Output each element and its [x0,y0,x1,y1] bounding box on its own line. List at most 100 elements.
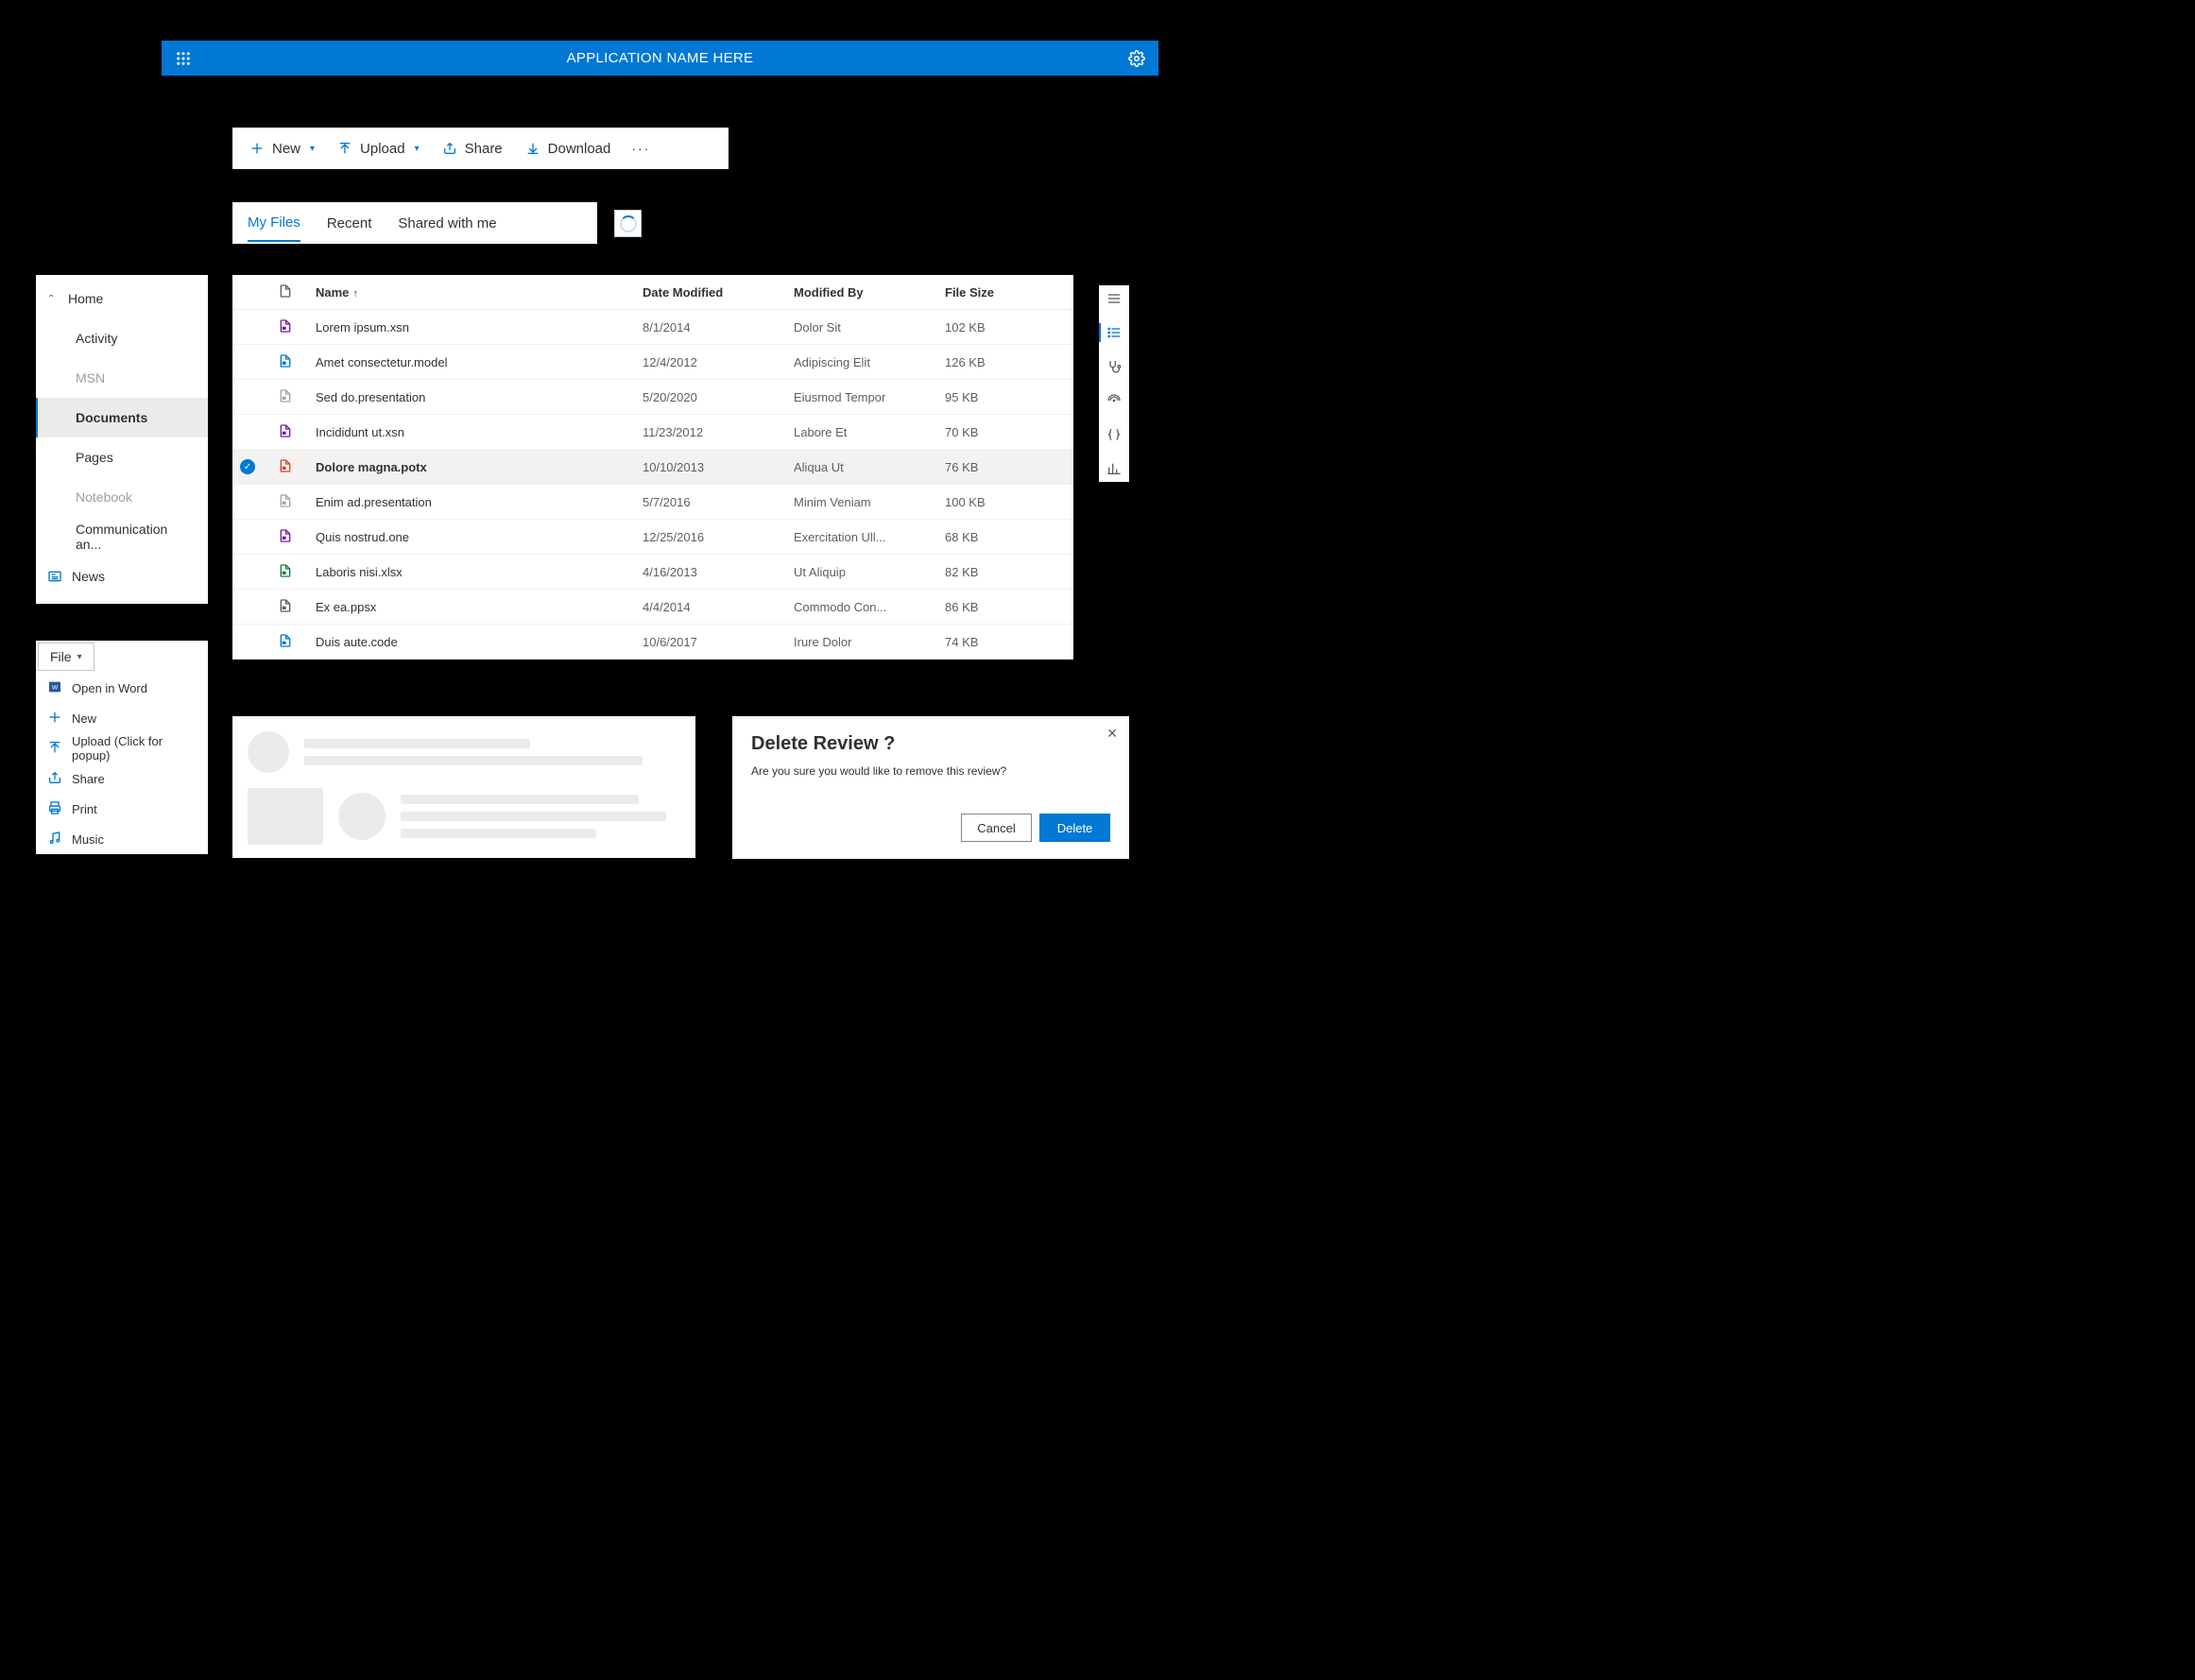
file-by: Eiusmod Tempor [794,390,945,404]
dropdown-item-label: Print [72,802,97,816]
col-date[interactable]: Date Modified [643,285,794,300]
waffle-icon[interactable] [175,50,192,67]
table-row[interactable]: Quis nostrud.one12/25/2016Exercitation U… [232,520,1073,555]
music-icon [47,831,62,849]
table-row[interactable]: Duis aute.code10/6/2017Irure Dolor74 KB [232,625,1073,660]
dropdown-toggle-label: File [50,649,72,664]
file-type-icon [278,458,316,476]
nav-activity[interactable]: Activity [36,318,208,358]
dropdown-item-label: Open in Word [72,681,147,695]
file-size: 82 KB [945,565,1058,579]
sort-asc-icon: ↑ [352,288,358,300]
file-name: Duis aute.code [316,635,643,649]
file-name: Lorem ipsum.xsn [316,320,643,334]
file-date: 10/6/2017 [643,635,794,649]
nav-label: News [72,569,105,584]
share-label: Share [465,141,503,157]
nav-pages[interactable]: Pages [36,437,208,477]
file-type-icon [278,318,316,336]
file-date: 4/4/2014 [643,600,794,614]
download-button[interactable]: Download [516,128,621,169]
tabs: My Files Recent Shared with me [232,202,597,244]
dropdown-item-music[interactable]: Music [36,824,208,854]
upload-button[interactable]: Upload ▾ [328,128,429,169]
table-row[interactable]: Enim ad.presentation5/7/2016Minim Veniam… [232,485,1073,520]
file-type-icon [278,528,316,546]
file-by: Aliqua Ut [794,460,945,474]
delete-button[interactable]: Delete [1039,814,1110,842]
nav-msn: MSN [36,358,208,398]
file-name: Sed do.presentation [316,390,643,404]
hamburger-icon[interactable] [1106,291,1122,306]
braces-icon[interactable] [1106,427,1122,442]
file-dropdown-toggle[interactable]: File ▾ [38,643,94,671]
col-by[interactable]: Modified By [794,285,945,300]
table-row[interactable]: Sed do.presentation5/20/2020Eiusmod Temp… [232,380,1073,415]
table-row[interactable]: Lorem ipsum.xsn8/1/2014Dolor Sit102 KB [232,310,1073,345]
file-by: Dolor Sit [794,320,945,334]
radio-icon[interactable] [1106,393,1122,408]
svg-text:W: W [52,684,59,691]
word-icon: W [47,679,62,697]
table-row[interactable]: Incididunt ut.xsn11/23/2012Labore Et70 K… [232,415,1073,450]
file-name: Enim ad.presentation [316,495,643,509]
command-bar: New ▾ Upload ▾ Share Download ··· [232,128,729,169]
shimmer-placeholder [232,716,695,858]
cancel-button[interactable]: Cancel [961,814,1032,842]
nav-documents[interactable]: Documents [36,398,208,437]
nav-communication[interactable]: Communication an... [36,517,208,557]
dropdown-item-upload[interactable]: Upload (Click for popup) [36,733,208,763]
nav-news[interactable]: News [36,557,208,596]
upload-label: Upload [360,141,405,157]
file-by: Minim Veniam [794,495,945,509]
close-icon[interactable]: ✕ [1106,726,1118,742]
new-label: New [272,141,300,157]
delete-dialog: ✕ Delete Review ? Are you sure you would… [732,716,1129,859]
table-row[interactable]: Ex ea.ppsx4/4/2014Commodo Con...86 KB [232,590,1073,625]
gear-icon[interactable] [1128,50,1145,67]
file-date: 10/10/2013 [643,460,794,474]
dropdown-item-label: Upload (Click for popup) [72,734,197,763]
file-name: Laboris nisi.xlsx [316,565,643,579]
dropdown-item-print[interactable]: Print [36,794,208,824]
dropdown-item-plus[interactable]: New [36,703,208,733]
nav-label: Notebook [76,489,132,505]
list-icon[interactable] [1106,325,1122,340]
tab-shared[interactable]: Shared with me [398,204,496,241]
file-type-icon [278,598,316,616]
table-row[interactable]: Laboris nisi.xlsx4/16/2013Ut Aliquip82 K… [232,555,1073,590]
dropdown-item-share[interactable]: Share [36,763,208,794]
chart-icon[interactable] [1106,461,1122,476]
chevron-up-icon: ⌃ [47,294,59,304]
col-size[interactable]: File Size [945,285,1058,300]
row-check[interactable]: ✓ [240,459,278,474]
print-icon [47,800,62,818]
stethoscope-icon[interactable] [1106,359,1122,374]
tab-my-files[interactable]: My Files [248,203,300,242]
table-row[interactable]: ✓Dolore magna.potx10/10/2013Aliqua Ut76 … [232,450,1073,485]
nav-label: Activity [76,331,117,346]
file-date: 12/4/2012 [643,355,794,369]
col-name[interactable]: Name↑ [316,285,643,300]
table-header: Name↑ Date Modified Modified By File Siz… [232,275,1073,310]
file-date: 5/7/2016 [643,495,794,509]
file-type-icon [278,493,316,511]
right-rail [1099,285,1129,482]
dropdown-item-word[interactable]: W Open in Word [36,673,208,703]
file-size: 76 KB [945,460,1058,474]
dropdown-item-label: New [72,711,96,726]
file-type-icon [278,633,316,651]
file-name: Quis nostrud.one [316,530,643,544]
file-dropdown: File ▾ W Open in Word New Upload (Click for… [36,641,208,854]
dialog-body: Are you sure you would like to remove th… [751,764,1110,814]
table-row[interactable]: Amet consectetur.model12/4/2012Adipiscin… [232,345,1073,380]
share-button[interactable]: Share [433,128,512,169]
new-button[interactable]: New ▾ [240,128,324,169]
file-size: 100 KB [945,495,1058,509]
upload-icon [47,740,62,758]
overflow-button[interactable]: ··· [624,141,658,156]
nav-home[interactable]: ⌃ Home [36,279,208,318]
file-by: Ut Aliquip [794,565,945,579]
tab-recent[interactable]: Recent [327,204,372,241]
file-by: Labore Et [794,425,945,439]
